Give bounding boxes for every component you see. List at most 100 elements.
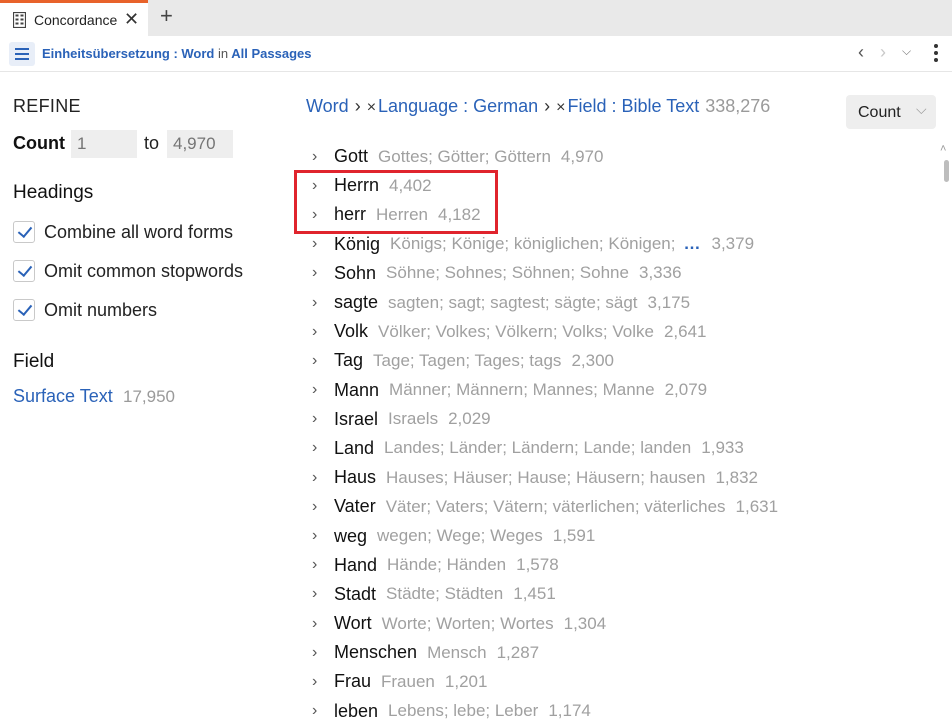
result-word[interactable]: Frau [334, 671, 371, 692]
filter-language-link[interactable]: Language : German [378, 96, 538, 116]
result-forms: Königs; Könige; königlichen; Königen; [390, 234, 676, 254]
scope-link[interactable]: All Passages [231, 46, 311, 61]
chevron-right-icon[interactable]: › [306, 615, 334, 633]
result-word[interactable]: Israel [334, 409, 378, 430]
result-word[interactable]: Vater [334, 496, 376, 517]
remove-filter-icon[interactable]: × [556, 99, 565, 116]
tab-concordance[interactable]: Concordance ✕ [0, 0, 148, 36]
combine-forms-option[interactable]: Combine all word forms [13, 220, 233, 244]
list-item[interactable]: › Mann Männer; Männern; Mannes; Manne 2,079 [306, 376, 936, 405]
result-forms: Väter; Vaters; Vätern; väterlichen; väte… [385, 496, 726, 516]
result-count: 2,641 [663, 321, 707, 341]
omit-stopwords-option[interactable]: Omit common stopwords [13, 259, 243, 283]
list-item[interactable]: › Tag Tage; Tagen; Tages; tags 2,300 [306, 346, 936, 375]
result-count: 1,451 [513, 584, 556, 604]
more-forms-link[interactable]: … [683, 234, 701, 254]
chevron-right-icon[interactable]: › [306, 702, 334, 720]
result-word[interactable]: Haus [334, 467, 376, 488]
result-word[interactable]: weg [334, 526, 367, 547]
result-forms: Frauen [381, 671, 435, 691]
chevron-right-icon[interactable]: › [306, 673, 334, 691]
result-word[interactable]: leben [334, 701, 378, 720]
breadcrumb: Einheitsübersetzung : Word in All Passag… [42, 46, 312, 61]
result-word[interactable]: Menschen [334, 642, 417, 663]
sort-select-label: Count [858, 104, 901, 121]
add-tab-button[interactable]: + [160, 5, 173, 27]
sort-select[interactable]: Count ⌵ [846, 95, 936, 129]
chevron-right-icon[interactable]: › [306, 410, 334, 428]
chevron-right-icon[interactable]: › [306, 294, 334, 312]
scroll-up-icon[interactable]: ˄ [940, 143, 946, 155]
result-word[interactable]: Mann [334, 380, 379, 401]
result-word[interactable]: Gott [334, 146, 368, 167]
scrollbar-thumb[interactable] [944, 160, 949, 182]
combine-forms-label: Combine all word forms [44, 221, 234, 242]
count-label: Count [13, 133, 65, 153]
list-item[interactable]: › Stadt Städte; Städten 1,451 [306, 580, 936, 609]
result-count: 1,174 [548, 701, 591, 720]
result-word[interactable]: Sohn [334, 263, 376, 284]
result-word[interactable]: Wort [334, 613, 372, 634]
chevron-right-icon[interactable]: › [306, 264, 334, 282]
chevron-right-icon[interactable]: › [306, 323, 334, 341]
result-forms: Hauses; Häuser; Hause; Häusern; hausen [386, 467, 706, 487]
result-word[interactable]: Hand [334, 555, 377, 576]
forward-icon[interactable]: › [880, 42, 886, 63]
list-item[interactable]: › leben Lebens; lebe; Leber 1,174 [306, 697, 936, 720]
more-options-icon[interactable] [934, 44, 940, 64]
omit-numbers-checkbox[interactable] [13, 299, 35, 321]
chevron-down-icon[interactable]: ⌵ [902, 44, 911, 59]
list-item[interactable]: › Israel Israels 2,029 [306, 405, 936, 434]
menu-icon[interactable] [9, 42, 35, 66]
chevron-right-icon[interactable]: › [306, 381, 334, 399]
list-item[interactable]: › Land Landes; Länder; Ländern; Lande; lan… [306, 434, 936, 463]
result-word[interactable]: Land [334, 438, 374, 459]
chevron-right-icon[interactable]: › [306, 439, 334, 457]
list-item[interactable]: › sagte sagten; sagt; sagtest; sägte; sägt… [306, 288, 936, 317]
remove-filter-icon[interactable]: × [367, 99, 376, 116]
result-word[interactable]: Volk [334, 321, 368, 342]
result-forms: Städte; Städten [386, 584, 504, 604]
result-count: 3,379 [711, 234, 755, 254]
field-surface-text-link[interactable]: Surface Text [13, 386, 113, 407]
total-count: 338,276 [705, 96, 771, 116]
result-word[interactable]: sagte [334, 292, 378, 313]
toolbar: Einheitsübersetzung : Word in All Passag… [0, 36, 952, 72]
list-item[interactable]: › Menschen Mensch 1,287 [306, 638, 936, 667]
list-item[interactable]: › Vater Väter; Vaters; Vätern; väterlichen… [306, 492, 936, 521]
result-word[interactable]: Stadt [334, 584, 376, 605]
result-forms: wegen; Wege; Weges [377, 526, 543, 546]
result-count: 1,591 [552, 526, 596, 546]
list-item[interactable]: › Volk Völker; Volkes; Völkern; Volks; Vol… [306, 317, 936, 346]
chevron-right-icon[interactable]: › [306, 352, 334, 370]
filter-root-link[interactable]: Word [306, 96, 349, 116]
omit-numbers-option[interactable]: Omit numbers [13, 298, 157, 322]
combine-forms-checkbox[interactable] [13, 221, 35, 243]
close-icon[interactable]: ✕ [124, 9, 139, 29]
chevron-right-icon[interactable]: › [306, 556, 334, 574]
omit-stopwords-checkbox[interactable] [13, 260, 35, 282]
filter-field-link[interactable]: Field : Bible Text [568, 96, 700, 116]
chevron-right-icon[interactable]: › [306, 644, 334, 662]
resource-link[interactable]: Einheitsübersetzung : Word [42, 46, 214, 61]
list-item[interactable]: › weg wegen; Wege; Weges 1,591 [306, 521, 936, 550]
result-word[interactable]: Tag [334, 350, 363, 371]
result-word[interactable]: König [334, 234, 380, 255]
list-item[interactable]: › Hand Hände; Händen 1,578 [306, 551, 936, 580]
list-item[interactable]: › Sohn Söhne; Sohnes; Söhnen; Sohne 3,336 [306, 259, 936, 288]
chevron-right-icon[interactable]: › [306, 148, 334, 166]
back-icon[interactable]: ‹ [858, 42, 864, 63]
count-from-input[interactable] [71, 130, 137, 158]
list-item[interactable]: › Haus Hauses; Häuser; Hause; Häusern; hau… [306, 463, 936, 492]
chevron-right-icon[interactable]: › [306, 498, 334, 516]
result-count: 3,336 [638, 263, 682, 283]
chevron-right-icon[interactable]: › [306, 527, 334, 545]
list-item[interactable]: › Frau Frauen 1,201 [306, 667, 936, 696]
chevron-right-icon[interactable]: › [306, 235, 334, 253]
result-count: 1,933 [701, 438, 744, 458]
list-item[interactable]: › Gott Gottes; Götter; Göttern 4,970 [306, 142, 936, 171]
list-item[interactable]: › Wort Worte; Worten; Wortes 1,304 [306, 609, 936, 638]
chevron-right-icon[interactable]: › [306, 585, 334, 603]
count-to-input[interactable] [167, 130, 233, 158]
chevron-right-icon[interactable]: › [306, 469, 334, 487]
